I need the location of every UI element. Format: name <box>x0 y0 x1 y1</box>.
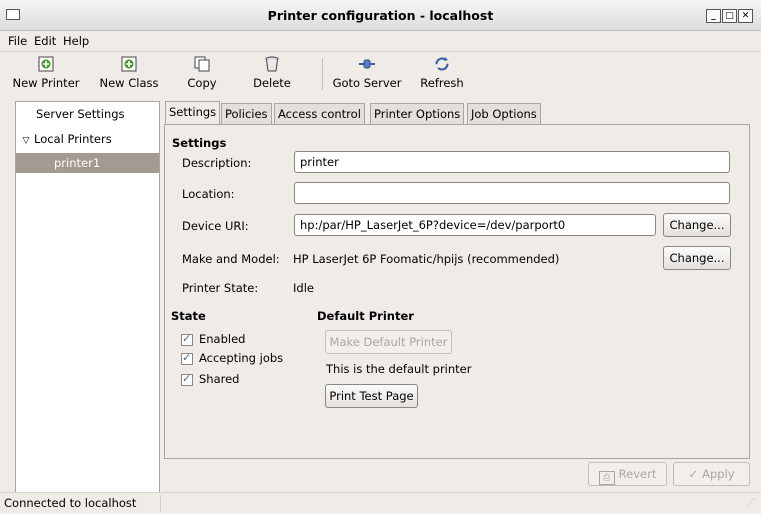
menu-bar: File Edit Help <box>0 31 761 52</box>
location-label: Location: <box>182 187 235 201</box>
tab-job-options[interactable]: Job Options <box>467 103 541 125</box>
new-class-button[interactable]: New Class <box>94 56 164 90</box>
revert-icon: ⎙ <box>598 471 615 485</box>
device-uri-field[interactable]: hp:/par/HP_LaserJet_6P?device=/dev/parpo… <box>294 214 656 236</box>
location-field[interactable] <box>294 182 730 204</box>
default-printer-heading: Default Printer <box>317 309 414 323</box>
settings-heading: Settings <box>172 136 227 150</box>
accepting-jobs-checkbox[interactable] <box>181 351 193 365</box>
copy-button[interactable]: Copy <box>182 56 222 90</box>
print-test-page-button[interactable]: Print Test Page <box>325 384 418 408</box>
status-divider <box>160 495 161 512</box>
resize-grip-icon[interactable]: ⋰ <box>746 498 755 508</box>
checkmark-icon: ✓ <box>688 467 699 481</box>
tree-item-server-settings[interactable]: Server Settings <box>16 104 159 124</box>
new-printer-button[interactable]: New Printer <box>2 56 90 90</box>
make-model-label: Make and Model: <box>182 252 280 266</box>
expander-down-icon[interactable]: ▽ <box>18 131 34 151</box>
menu-file[interactable]: File <box>8 34 27 48</box>
apply-label: Apply <box>702 467 735 481</box>
description-field[interactable]: printer <box>294 151 730 173</box>
change-make-model-button[interactable]: Change... <box>663 246 731 270</box>
printer-state-label: Printer State: <box>182 281 259 295</box>
trash-icon <box>264 56 280 72</box>
refresh-icon <box>434 56 450 72</box>
default-printer-status: This is the default printer <box>326 362 472 376</box>
apply-button[interactable]: ✓ Apply <box>673 462 750 486</box>
menu-help[interactable]: Help <box>63 34 89 48</box>
enabled-label[interactable]: Enabled <box>199 332 245 346</box>
status-text: Connected to localhost <box>4 496 137 510</box>
close-icon[interactable]: ✕ <box>738 9 753 23</box>
shared-label[interactable]: Shared <box>199 372 240 386</box>
window-title: Printer configuration - localhost <box>267 8 494 23</box>
device-uri-label: Device URI: <box>182 219 249 233</box>
tree-item-printer1[interactable]: printer1 <box>16 153 159 173</box>
change-device-uri-button[interactable]: Change... <box>663 213 731 237</box>
revert-button[interactable]: ⎙ Revert <box>588 462 667 486</box>
refresh-label: Refresh <box>420 76 464 90</box>
tree-item-label: Server Settings <box>36 107 125 121</box>
tab-printer-options[interactable]: Printer Options <box>370 103 465 125</box>
revert-label: Revert <box>618 467 657 481</box>
make-default-printer-button[interactable]: Make Default Printer <box>325 330 452 354</box>
tab-access-control[interactable]: Access control <box>274 103 365 125</box>
status-bar: Connected to localhost ⋰ <box>0 492 761 514</box>
tab-policies[interactable]: Policies <box>221 103 272 125</box>
printer-tree: Server Settings ▽ Local Printers printer1 <box>15 101 160 493</box>
delete-button[interactable]: Delete <box>252 56 292 90</box>
new-class-label: New Class <box>99 76 159 90</box>
tree-item-local-printers[interactable]: ▽ Local Printers <box>16 129 159 149</box>
new-printer-label: New Printer <box>12 76 80 90</box>
accepting-jobs-label[interactable]: Accepting jobs <box>199 351 283 365</box>
new-class-icon <box>121 56 137 72</box>
printer-state-value: Idle <box>293 281 314 295</box>
copy-icon <box>194 56 210 72</box>
state-heading: State <box>171 309 206 323</box>
new-printer-icon <box>38 56 54 72</box>
network-connect-icon <box>359 56 375 72</box>
goto-server-label: Goto Server <box>332 76 402 90</box>
enabled-checkbox[interactable] <box>181 332 193 346</box>
minimize-icon[interactable]: _ <box>706 9 721 23</box>
copy-label: Copy <box>187 76 217 90</box>
refresh-button[interactable]: Refresh <box>417 56 467 90</box>
maximize-icon[interactable]: □ <box>722 9 737 23</box>
tab-settings[interactable]: Settings <box>165 101 221 124</box>
title-bar: Printer configuration - localhost _ □ ✕ <box>0 0 761 31</box>
tree-item-label: printer1 <box>54 156 101 170</box>
make-model-value: HP LaserJet 6P Foomatic/hpijs (recommend… <box>293 252 560 266</box>
toolbar-separator <box>322 58 323 90</box>
tree-item-label: Local Printers <box>34 132 112 146</box>
delete-label: Delete <box>253 76 291 90</box>
description-label: Description: <box>182 156 252 170</box>
shared-checkbox[interactable] <box>181 372 193 386</box>
menu-edit[interactable]: Edit <box>34 34 56 48</box>
goto-server-button[interactable]: Goto Server <box>329 56 405 90</box>
